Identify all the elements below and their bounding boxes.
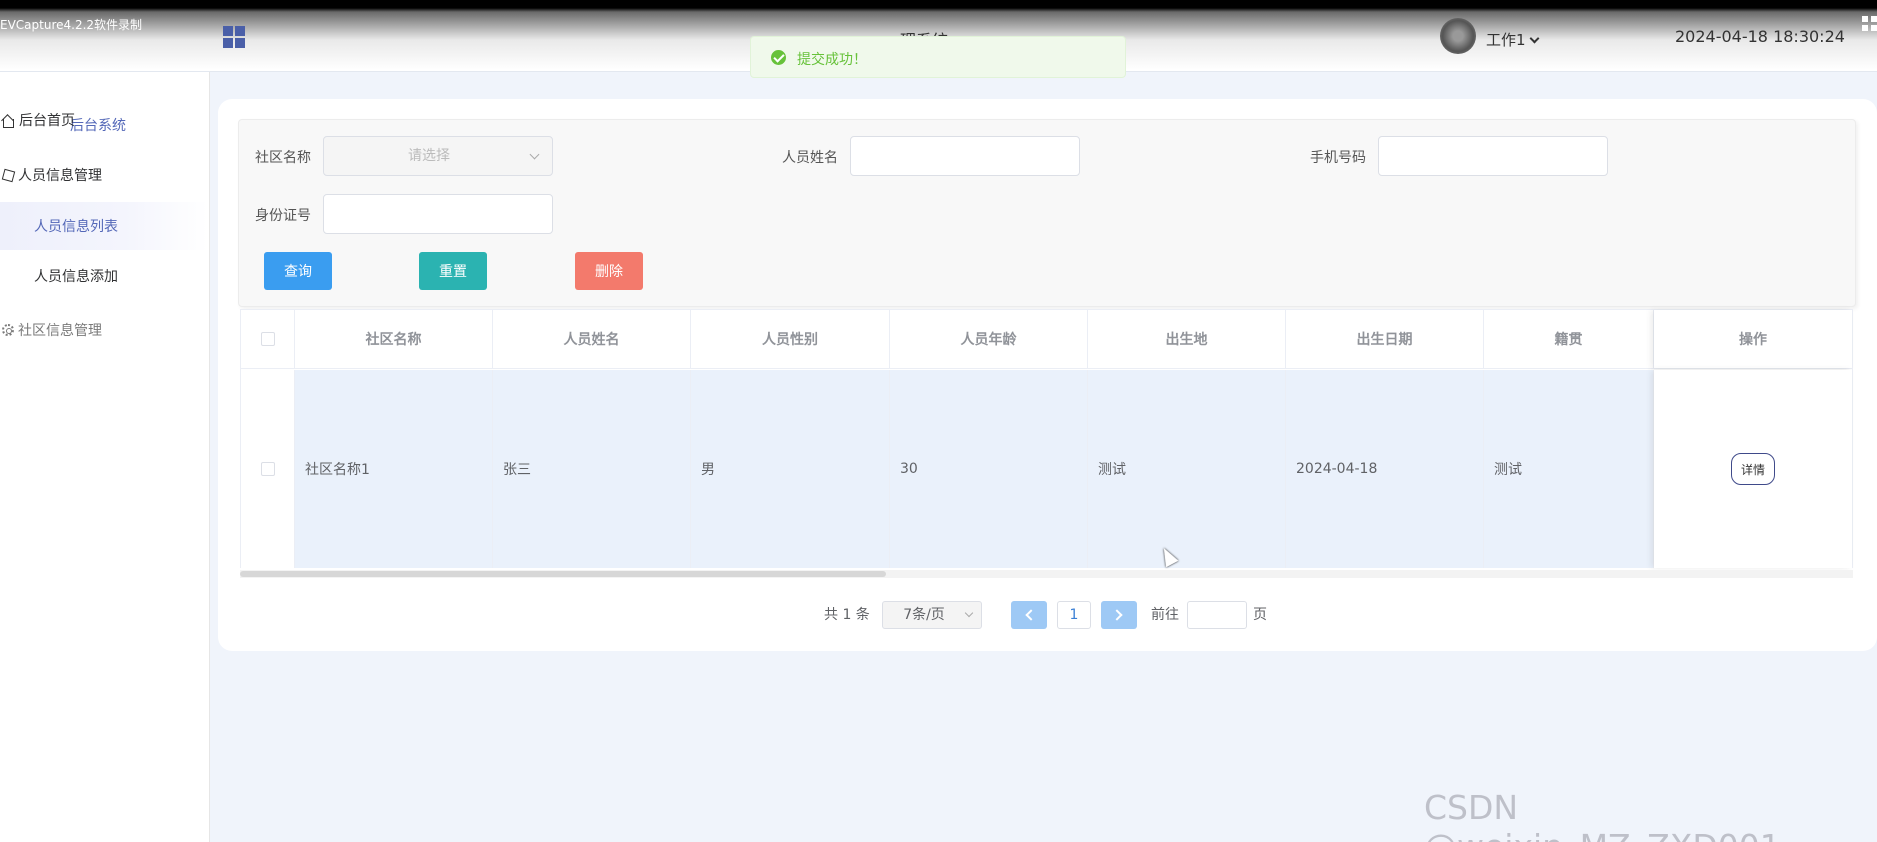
chevron-down-icon	[964, 608, 974, 618]
page-unit-label: 页	[1253, 607, 1267, 623]
table-row: 社区名称1 张三 男 30 测试 2024-04-18 测试 详情	[241, 370, 1852, 568]
cell-actions: 详情	[1654, 370, 1852, 568]
pagination-total: 共 1 条	[824, 607, 870, 623]
select-all-cell	[241, 310, 295, 368]
gear-icon	[2, 324, 14, 336]
column-header: 社区名称	[295, 310, 493, 368]
sidebar-item-label: 人员信息添加	[34, 269, 118, 285]
capture-label: EVCapture4.2.2软件录制	[0, 18, 143, 32]
prev-page-button[interactable]	[1011, 601, 1047, 629]
next-page-button[interactable]	[1101, 601, 1137, 629]
reset-button[interactable]: 重置	[419, 252, 487, 290]
community-select-placeholder: 请选择	[408, 148, 450, 164]
page-number-current[interactable]: 1	[1057, 601, 1091, 629]
column-header: 籍贯	[1484, 310, 1654, 368]
person-table: 社区名称 人员姓名 人员性别 人员年龄 出生地 出生日期 籍贯 操作 社区名称1…	[240, 309, 1853, 568]
sidebar: 后台系统 后台首页 人员信息管理 人员信息列表 人员信息添加 社区信息管理	[0, 72, 210, 842]
sidebar-item-person-management[interactable]: 人员信息管理	[0, 151, 208, 199]
cell-gender: 男	[691, 370, 890, 568]
sidebar-item-label: 后台首页	[19, 113, 75, 129]
sidebar-item-person-add[interactable]: 人员信息添加	[0, 252, 208, 300]
cell-age: 30	[890, 370, 1088, 568]
avatar[interactable]	[1440, 18, 1476, 54]
watermark: CSDN @weixin_MZ_ZXD001	[1424, 788, 1781, 842]
column-header: 人员年龄	[890, 310, 1088, 368]
sidebar-item-person-list[interactable]: 人员信息列表	[0, 202, 208, 250]
chevron-down-icon	[1529, 33, 1539, 44]
filter-panel: 社区名称 请选择 人员姓名 手机号码 身份证号 查询 重置 删除	[238, 119, 1856, 307]
row-select-cell	[241, 370, 295, 568]
chevron-down-icon	[529, 149, 540, 160]
fullscreen-icon[interactable]	[1862, 16, 1877, 31]
home-icon	[2, 114, 15, 128]
sidebar-item-community-management[interactable]: 社区信息管理	[0, 306, 208, 354]
page-size-select[interactable]: 7条/页	[882, 601, 982, 629]
phone-input[interactable]	[1378, 136, 1608, 176]
menu-grid-icon[interactable]	[223, 26, 245, 48]
phone-label: 手机号码	[1310, 150, 1366, 166]
goto-label: 前往	[1151, 607, 1179, 623]
sidebar-item-label: 人员信息管理	[18, 168, 102, 184]
query-button[interactable]: 查询	[264, 252, 332, 290]
check-circle-icon	[771, 50, 786, 65]
cell-name: 张三	[493, 370, 691, 568]
delete-button[interactable]: 删除	[575, 252, 643, 290]
name-label: 人员姓名	[782, 150, 838, 166]
cell-birthplace: 测试	[1088, 370, 1286, 568]
scrollbar-thumb[interactable]	[240, 571, 886, 577]
community-label: 社区名称	[255, 150, 311, 166]
sidebar-item-label: 人员信息列表	[34, 219, 118, 235]
cell-community: 社区名称1	[295, 370, 493, 568]
user-name: 工作1	[1486, 31, 1526, 49]
column-header: 人员性别	[691, 310, 890, 368]
goto-page-input[interactable]	[1187, 601, 1247, 629]
sidebar-item-label: 社区信息管理	[18, 323, 102, 339]
column-header: 出生日期	[1286, 310, 1484, 368]
id-input[interactable]	[323, 194, 553, 234]
detail-button[interactable]: 详情	[1731, 453, 1775, 485]
id-label: 身份证号	[255, 208, 311, 224]
box-icon	[1, 168, 16, 182]
column-header: 人员姓名	[493, 310, 691, 368]
cell-native-place: 测试	[1484, 370, 1654, 568]
column-header: 出生地	[1088, 310, 1286, 368]
user-menu[interactable]: 工作1	[1486, 29, 1539, 50]
table-header: 社区名称 人员姓名 人员性别 人员年龄 出生地 出生日期 籍贯 操作	[241, 310, 1852, 369]
table-horizontal-scrollbar[interactable]	[240, 570, 1853, 578]
name-input[interactable]	[850, 136, 1080, 176]
select-all-checkbox[interactable]	[260, 332, 275, 346]
sidebar-item-home[interactable]: 后台首页	[0, 96, 208, 144]
cell-birthdate: 2024-04-18	[1286, 370, 1484, 568]
datetime: 2024-04-18 18:30:24	[1675, 27, 1845, 46]
toast-message: 提交成功！	[797, 52, 867, 68]
row-checkbox[interactable]	[260, 462, 275, 476]
community-select[interactable]: 请选择	[323, 136, 553, 176]
success-toast: 提交成功！	[750, 36, 1126, 78]
column-header: 操作	[1654, 310, 1852, 368]
page-size-value: 7条/页	[903, 607, 945, 623]
